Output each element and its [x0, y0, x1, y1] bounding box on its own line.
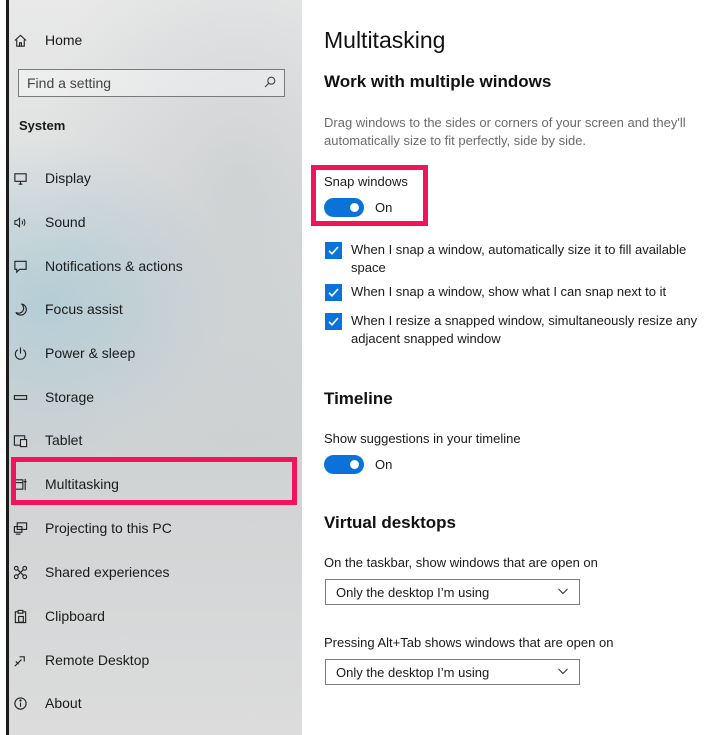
alttab-windows-value: Only the desktop I’m using	[336, 664, 490, 680]
timeline-suggestions-label: Show suggestions in your timeline	[324, 431, 521, 446]
timeline-state: On	[375, 457, 393, 472]
sidebar-item-focus-assist[interactable]: Focus assist	[10, 297, 123, 321]
sidebar-item-label: Display	[45, 170, 91, 186]
page-title: Multitasking	[324, 27, 446, 53]
snap-assist-checkbox[interactable]	[325, 284, 342, 301]
snap-windows-state: On	[375, 200, 393, 215]
snap-autosize-label: When I snap a window, automatically size…	[351, 242, 687, 275]
home-nav-item[interactable]: Home	[10, 28, 82, 52]
snap-autosize-option[interactable]: When I snap a window, automatically size…	[325, 241, 710, 277]
snap-windows-label: Snap windows	[324, 174, 408, 189]
timeline-heading: Timeline	[324, 389, 393, 408]
sidebar-item-label: Clipboard	[45, 608, 105, 624]
sidebar-item-storage[interactable]: Storage	[10, 385, 94, 409]
display-icon	[10, 171, 30, 186]
snap-assist-option[interactable]: When I snap a window, show what I can sn…	[325, 283, 710, 301]
alttab-windows-label: Pressing Alt+Tab shows windows that are …	[324, 635, 614, 650]
sidebar-item-label: Power & sleep	[45, 345, 136, 361]
taskbar-windows-label: On the taskbar, show windows that are op…	[324, 555, 598, 570]
info-icon	[10, 696, 30, 711]
find-setting-search[interactable]: Find a setting	[18, 69, 285, 97]
sidebar-item-label: Tablet	[45, 432, 83, 448]
search-icon[interactable]	[264, 75, 276, 91]
sidebar-item-label: Storage	[45, 389, 95, 405]
sidebar-item-remote-desktop[interactable]: Remote Desktop	[10, 648, 149, 672]
sidebar-item-label: Focus assist	[45, 301, 123, 317]
timeline-toggle-row[interactable]: On	[324, 455, 392, 474]
taskbar-windows-dropdown[interactable]: Only the desktop I’m using	[325, 579, 580, 605]
taskbar-windows-value: Only the desktop I’m using	[336, 584, 490, 600]
sidebar-item-clipboard[interactable]: Clipboard	[10, 604, 105, 628]
sidebar-item-label: Notifications & actions	[45, 258, 183, 274]
sidebar-item-label: About	[45, 695, 82, 711]
search-input[interactable]: Find a setting	[27, 75, 111, 91]
clipboard-icon	[10, 609, 30, 624]
sidebar-item-power-sleep[interactable]: Power & sleep	[10, 341, 135, 365]
sidebar-item-shared-experiences[interactable]: Shared experiences	[10, 560, 170, 584]
window-edge	[0, 0, 9, 735]
sidebar-item-about[interactable]: About	[10, 691, 82, 715]
remote-desktop-icon	[10, 653, 30, 668]
snap-resize-label: When I resize a snapped window, simultan…	[351, 313, 698, 346]
tablet-icon	[10, 433, 30, 448]
sidebar-item-sound[interactable]: Sound	[10, 210, 85, 234]
alttab-windows-dropdown[interactable]: Only the desktop I’m using	[325, 659, 580, 685]
multitasking-highlight-box	[11, 457, 297, 505]
sidebar-item-label: Projecting to this PC	[45, 520, 172, 536]
moon-icon	[10, 302, 30, 317]
sidebar-item-label: Shared experiences	[45, 564, 170, 580]
snap-assist-label: When I snap a window, show what I can sn…	[351, 284, 667, 299]
sidebar-item-notifications[interactable]: Notifications & actions	[10, 254, 183, 278]
snap-windows-toggle-row[interactable]: On	[324, 198, 392, 217]
sidebar-item-label: Remote Desktop	[45, 652, 150, 668]
home-label: Home	[45, 32, 83, 48]
snap-windows-toggle[interactable]	[324, 198, 364, 217]
storage-icon	[10, 390, 30, 405]
snap-resize-checkbox[interactable]	[325, 313, 342, 330]
sidebar-item-tablet[interactable]: Tablet	[10, 428, 82, 452]
timeline-suggestions-toggle[interactable]	[324, 455, 364, 474]
chevron-down-icon	[557, 665, 569, 680]
section-label-system: System	[19, 118, 66, 133]
virtual-desktops-heading: Virtual desktops	[324, 513, 456, 532]
chevron-down-icon	[557, 585, 569, 600]
work-with-windows-description: Drag windows to the sides or corners of …	[324, 115, 686, 148]
home-icon	[10, 33, 30, 48]
projecting-icon	[10, 521, 30, 536]
sound-icon	[10, 215, 30, 230]
power-icon	[10, 346, 30, 361]
sidebar-item-display[interactable]: Display	[10, 166, 91, 190]
snap-resize-option[interactable]: When I resize a snapped window, simultan…	[325, 312, 710, 348]
sidebar-item-projecting[interactable]: Projecting to this PC	[10, 516, 172, 540]
work-with-windows-heading: Work with multiple windows	[324, 72, 552, 91]
notifications-icon	[10, 259, 30, 274]
sidebar-item-label: Sound	[45, 214, 86, 230]
snap-autosize-checkbox[interactable]	[325, 242, 342, 259]
shared-experiences-icon	[10, 565, 30, 580]
